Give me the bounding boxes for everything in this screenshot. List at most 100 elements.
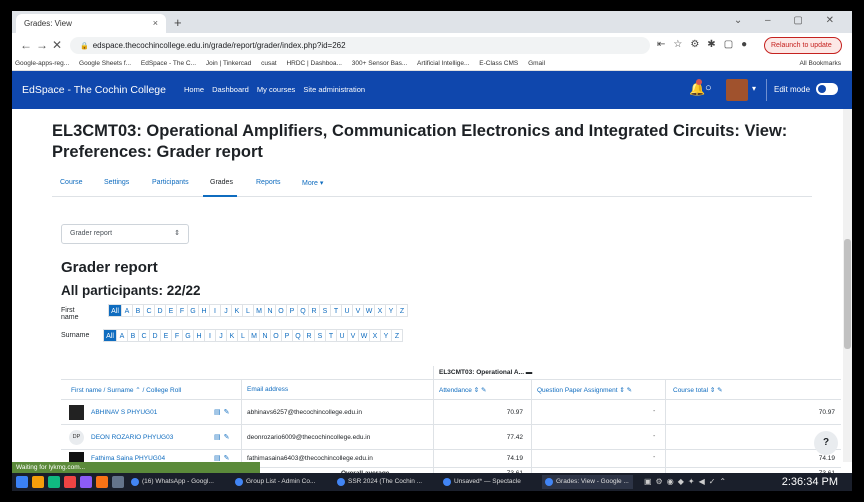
attendance-grade[interactable]: 77.42 — [461, 434, 523, 441]
help-button[interactable]: ? — [814, 431, 838, 455]
col-name-header[interactable]: First name / Surname ⌃ / College Roll — [71, 386, 181, 394]
row-action-icons[interactable]: ▤✎ — [214, 408, 232, 416]
qpa-grade[interactable]: - — [653, 454, 655, 461]
category-header-row: EL3CMT03: Operational A... ▬ — [61, 366, 841, 380]
bookmark-item[interactable]: Artificial Intellige... — [417, 60, 469, 67]
tab-course[interactable]: Course — [60, 179, 83, 186]
taskbar-app-whatsapp[interactable]: (16) WhatsApp - Googl... — [128, 475, 218, 489]
taskbar-pinned-icon[interactable] — [48, 476, 60, 488]
nav-site-administration[interactable]: Site administration — [303, 85, 365, 94]
bookmark-item[interactable]: Gmail — [528, 60, 545, 67]
category-header[interactable]: EL3CMT03: Operational A... ▬ — [439, 369, 532, 376]
taskbar-pinned-icon[interactable] — [64, 476, 76, 488]
screen: Grades: View × + ⌄ – ▢ ✕ ← → ✕ 🔒 edspace.… — [12, 11, 852, 491]
taskbar-app-grades[interactable]: Grades: View - Google ... — [542, 475, 633, 489]
student-name[interactable]: Fathima Saina PHYUG04 — [91, 455, 165, 462]
report-select[interactable]: Grader report ⇕ — [61, 224, 189, 244]
site-navbar: EdSpace - The Cochin College Home Dashbo… — [12, 71, 852, 109]
notification-bell-icon[interactable]: 🔔 — [689, 79, 705, 97]
bookmark-item[interactable]: Google Sheets f... — [79, 60, 131, 67]
course-total: 70.97 — [818, 409, 835, 416]
user-avatar[interactable] — [726, 79, 748, 101]
system-tray-icons[interactable]: ▣⚙◉◆✦◀✓⌃ — [644, 477, 730, 486]
tab-more[interactable]: More ▾ — [302, 179, 323, 187]
stop-icon[interactable]: ✕ — [52, 38, 62, 52]
bookmark-item[interactable]: EdSpace - The C... — [141, 60, 196, 67]
window-controls[interactable]: ⌄ – ▢ ✕ — [734, 15, 844, 26]
tab-title: Grades: View — [24, 19, 72, 28]
tab-grades[interactable]: Grades — [210, 179, 233, 186]
avatar[interactable] — [69, 405, 84, 420]
col-qpa-header[interactable]: Question Paper Assignment ⇕ ✎ — [537, 386, 632, 394]
tab-participants[interactable]: Participants — [152, 179, 189, 186]
tab-settings[interactable]: Settings — [104, 179, 129, 186]
firstname-label: First name — [61, 307, 79, 321]
forward-arrow-icon[interactable]: → — [36, 38, 48, 52]
edit-mode-label: Edit mode — [774, 85, 811, 94]
tab-reports[interactable]: Reports — [256, 179, 281, 186]
bookmark-item[interactable]: cusat — [261, 60, 277, 67]
avatar[interactable]: DP — [69, 430, 84, 445]
surname-initial-letter[interactable]: Z — [391, 329, 403, 342]
new-tab-button[interactable]: + — [174, 15, 182, 30]
bookmark-item[interactable]: Join | Tinkercad — [206, 60, 251, 67]
close-tab-icon[interactable]: × — [153, 18, 158, 28]
col-total-header[interactable]: Course total ⇕ ✎ — [673, 386, 723, 394]
bookmark-item[interactable]: E-Class CMS — [479, 60, 518, 67]
bookmark-item[interactable]: HRDC | Dashboa... — [286, 60, 342, 67]
student-name[interactable]: DEON ROZARIO PHYUG03 — [91, 434, 173, 441]
taskbar-app-group-list[interactable]: Group List - Admin Co... — [232, 475, 319, 489]
lock-icon: 🔒 — [80, 43, 89, 50]
nav-my-courses[interactable]: My courses — [257, 85, 295, 94]
taskbar-app-spectacle[interactable]: Unsaved* — Spectacle — [440, 475, 525, 489]
firstname-initial-all[interactable]: All — [108, 304, 122, 317]
bookmark-item[interactable]: 300+ Sensor Bas... — [352, 60, 407, 67]
report-select-value: Grader report — [70, 230, 113, 237]
browser-tabstrip: Grades: View × + ⌄ – ▢ ✕ — [12, 11, 852, 33]
table-row: DP DEON ROZARIO PHYUG03 ▤✎ deonrozario60… — [61, 425, 841, 450]
qpa-grade[interactable]: - — [653, 433, 655, 440]
messages-icon[interactable]: ○ — [705, 82, 712, 94]
site-name[interactable]: EdSpace - The Cochin College — [22, 84, 166, 96]
attendance-grade[interactable]: 70.97 — [461, 409, 523, 416]
all-bookmarks-button[interactable]: All Bookmarks — [799, 60, 841, 67]
taskbar-pinned-icon[interactable] — [32, 476, 44, 488]
browser-toolbar: ← → ✕ 🔒 edspace.thecochincollege.edu.in/g… — [12, 33, 852, 57]
taskbar-pinned-icon[interactable] — [80, 476, 92, 488]
bookmark-item[interactable]: Google-apps-reg... — [15, 60, 69, 67]
qpa-grade[interactable]: - — [653, 408, 655, 415]
col-email-header[interactable]: Email address — [247, 386, 288, 393]
browser-tab[interactable]: Grades: View × — [16, 14, 166, 33]
edit-mode-toggle[interactable] — [816, 83, 838, 95]
taskbar-clock[interactable]: 2:36:34 PM — [782, 476, 838, 488]
taskbar-pinned-icon[interactable] — [112, 476, 124, 488]
attendance-grade[interactable]: 74.19 — [461, 455, 523, 462]
start-menu-icon[interactable] — [16, 476, 28, 488]
student-name[interactable]: ABHINAV S PHYUG01 — [91, 409, 157, 416]
page-content: EL3CMT03: Operational Amplifiers, Commun… — [12, 109, 852, 480]
surname-initial-all[interactable]: All — [103, 329, 117, 342]
secondary-navigation: Course Settings Participants Grades Repo… — [52, 173, 812, 197]
nav-dashboard[interactable]: Dashboard — [212, 85, 249, 94]
col-attendance-header[interactable]: Attendance ⇕ ✎ — [439, 386, 486, 394]
taskbar-pinned-icon[interactable] — [96, 476, 108, 488]
address-bar[interactable]: 🔒 edspace.thecochincollege.edu.in/grade/r… — [70, 37, 650, 54]
taskbar-app-ssr[interactable]: SSR 2024 (The Cochin ... — [334, 475, 426, 489]
row-action-icons[interactable]: ▤✎ — [214, 454, 232, 462]
scrollbar-thumb[interactable] — [844, 239, 851, 349]
firstname-letters: All A B C D E F G H I J K L M N O P Q R S T U V W X Y Z — [108, 304, 408, 317]
chevron-down-icon[interactable]: ▾ — [752, 84, 756, 93]
nav-home[interactable]: Home — [184, 85, 204, 94]
student-email: deonrozario6009@thecochincollege.edu.in — [247, 434, 371, 441]
bookmarks-bar: Google-apps-reg... Google Sheets f... Ed… — [12, 57, 852, 71]
back-arrow-icon[interactable]: ← — [20, 38, 32, 52]
relaunch-button[interactable]: Relaunch to update — [764, 37, 842, 54]
surname-letters: All A B C D E F G H I J K L M N O P Q R S T U V W X Y Z — [103, 329, 403, 342]
primary-navigation: Home Dashboard My courses Site administr… — [184, 85, 371, 94]
participants-count: All participants: 22/22 — [61, 283, 201, 298]
row-action-icons[interactable]: ▤✎ — [214, 433, 232, 441]
student-email: abhinavs6257@thecochincollege.edu.in — [247, 409, 363, 416]
page-scrollbar[interactable] — [843, 109, 852, 462]
toolbar-extension-icons[interactable]: ⇤☆⚙✱▢● — [657, 39, 755, 50]
firstname-initial-letter[interactable]: Z — [396, 304, 408, 317]
